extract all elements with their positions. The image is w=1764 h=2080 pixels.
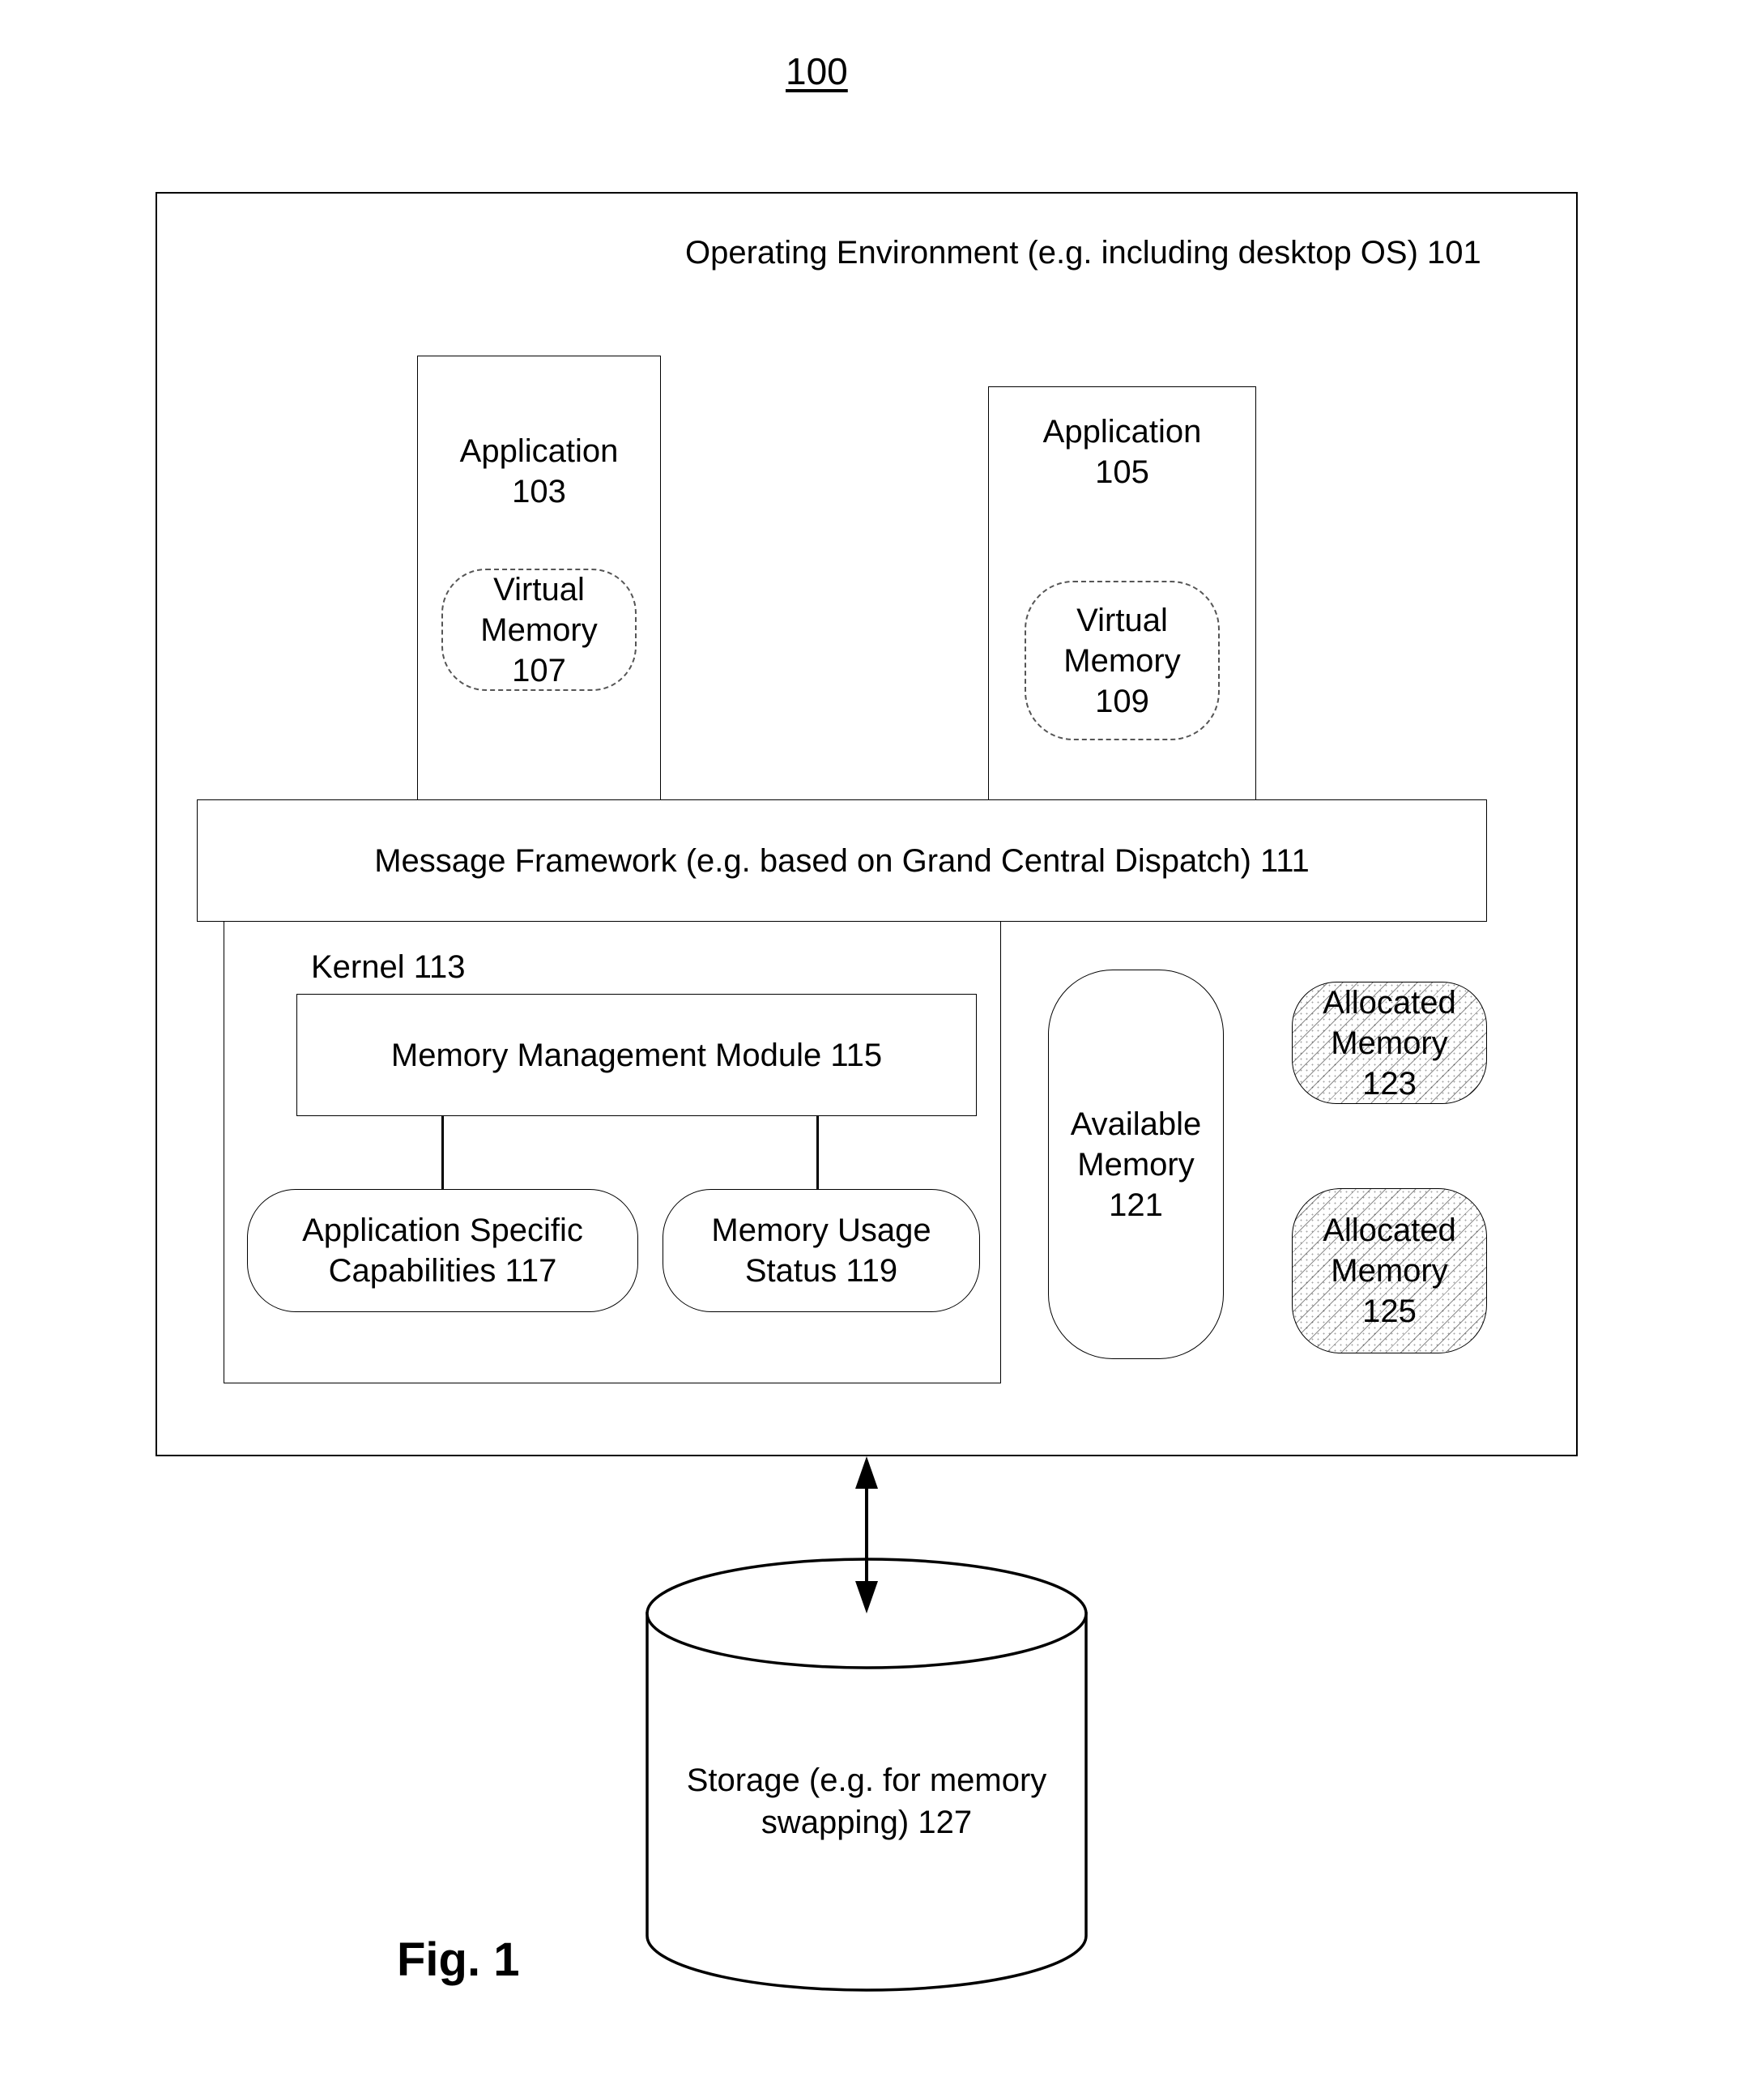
storage-label: Storage (e.g. for memory swapping) 127 [647,1759,1086,1843]
storage-label-line1: Storage (e.g. for memory [686,1762,1047,1798]
figure-caption: Fig. 1 [397,1933,520,1986]
bidirectional-arrow [855,1456,878,1613]
arrow-head-up [855,1456,878,1489]
storage-label-line2: swapping) 127 [761,1805,973,1840]
